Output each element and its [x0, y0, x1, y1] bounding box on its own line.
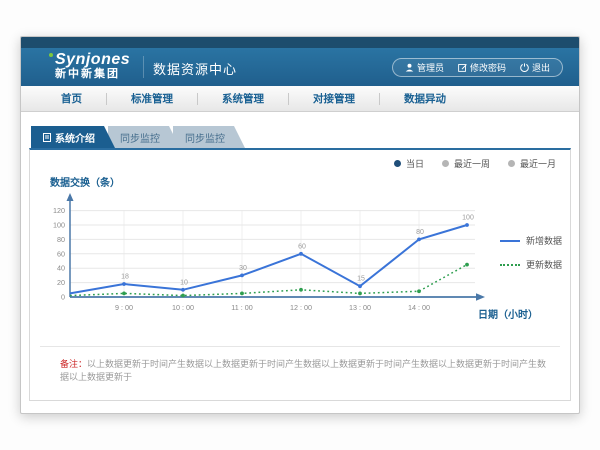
legend-line-swatch-blue: [500, 240, 520, 242]
header-divider: [143, 56, 144, 78]
svg-text:10 : 00: 10 : 00: [172, 303, 194, 312]
svg-text:80: 80: [416, 229, 424, 236]
nav-item-system-mgmt[interactable]: 系统管理: [198, 91, 288, 106]
radio-dot-icon: [508, 160, 515, 167]
svg-text:20: 20: [57, 278, 65, 287]
nav-item-standard-mgmt[interactable]: 标准管理: [107, 91, 197, 106]
footnote: 备注：以上数据更新于时间产生数据以上数据更新于时间产生数据以上数据更新于时间产生…: [60, 358, 554, 384]
svg-text:0: 0: [61, 293, 65, 302]
x-axis-title: 日期（小时）: [478, 306, 538, 321]
svg-text:13 : 00: 13 : 00: [349, 303, 371, 312]
footnote-text: 以上数据更新于时间产生数据以上数据更新于时间产生数据以上数据更新于时间产生数据以…: [60, 359, 546, 382]
filter-last-week[interactable]: 最近一周: [442, 157, 490, 170]
svg-text:100: 100: [53, 221, 65, 230]
filter-label: 当日: [406, 157, 424, 170]
tab-bar: 系统介绍 同步监控 同步监控: [31, 126, 238, 148]
svg-text:60: 60: [57, 249, 65, 258]
nav-item-data-change[interactable]: 数据异动: [380, 91, 470, 106]
tab-sync-monitor-2[interactable]: 同步监控: [173, 126, 245, 148]
svg-text:14 : 00: 14 : 00: [408, 303, 430, 312]
legend-item-new-data[interactable]: 新增数据: [500, 234, 562, 247]
logout-button[interactable]: 退出: [520, 61, 550, 74]
svg-text:100: 100: [462, 215, 474, 222]
logo-wordmark: Synjones: [55, 51, 130, 68]
header-top-strip: [21, 37, 579, 48]
tab-label: 同步监控: [185, 130, 225, 145]
panel-divider: [40, 346, 560, 347]
svg-text:30: 30: [239, 265, 247, 272]
filter-today[interactable]: 当日: [394, 157, 424, 170]
document-icon: [43, 133, 51, 142]
change-password-button[interactable]: 修改密码: [458, 61, 506, 74]
nav-item-interface-mgmt[interactable]: 对接管理: [289, 91, 379, 106]
user-toolbar: 管理员 修改密码 退出: [392, 58, 563, 77]
logout-label: 退出: [532, 61, 550, 74]
logo-company-name: 新中新集团: [55, 68, 130, 81]
app-header: Synjones 新中新集团 数据资源中心 管理员 修改密码: [21, 48, 579, 86]
svg-text:15: 15: [357, 276, 365, 283]
nav-item-home[interactable]: 首页: [37, 91, 106, 106]
tab-sync-monitor-1[interactable]: 同步监控: [108, 126, 180, 148]
chart-panel: 当日 最近一周 最近一月 数据交换（条） 0 20 40 60 80 100 120 9 : …: [29, 148, 571, 401]
legend-line-swatch-green: [500, 264, 520, 266]
svg-text:120: 120: [53, 206, 65, 215]
filter-label: 最近一月: [520, 157, 556, 170]
filter-label: 最近一周: [454, 157, 490, 170]
svg-text:12 : 00: 12 : 00: [290, 303, 312, 312]
svg-text:80: 80: [57, 235, 65, 244]
line-chart-canvas: 0 20 40 60 80 100 120 9 : 00 10 : 00 11 : 00 12 : …: [42, 192, 497, 327]
edit-icon: [458, 63, 467, 72]
range-filter-group: 当日 最近一周 最近一月: [394, 157, 556, 170]
filter-last-month[interactable]: 最近一月: [508, 157, 556, 170]
svg-text:40: 40: [57, 264, 65, 273]
page-title: 数据资源中心: [153, 59, 237, 78]
app-window: Synjones 新中新集团 数据资源中心 管理员 修改密码: [20, 36, 580, 414]
y-axis-title: 数据交换（条）: [50, 174, 120, 189]
tab-label: 系统介绍: [55, 130, 95, 145]
svg-text:60: 60: [298, 243, 306, 250]
user-name-label: 管理员: [417, 61, 444, 74]
tab-label: 同步监控: [120, 130, 160, 145]
legend-item-updated-data[interactable]: 更新数据: [500, 258, 562, 271]
svg-text:9 : 00: 9 : 00: [115, 303, 133, 312]
user-icon: [405, 63, 414, 72]
logo-accent-dot: [49, 53, 53, 57]
chart-legend: 新增数据 更新数据: [500, 234, 562, 271]
footnote-label: 备注：: [60, 359, 87, 369]
main-nav: 首页 标准管理 系统管理 对接管理 数据异动: [21, 86, 579, 112]
tab-system-intro[interactable]: 系统介绍: [31, 126, 115, 148]
svg-text:10: 10: [180, 279, 188, 286]
radio-dot-icon: [442, 160, 449, 167]
current-user[interactable]: 管理员: [405, 61, 444, 74]
svg-text:18: 18: [121, 274, 129, 281]
legend-label: 新增数据: [526, 234, 562, 247]
company-logo: Synjones 新中新集团: [55, 51, 130, 81]
change-password-label: 修改密码: [470, 61, 506, 74]
svg-text:11 : 00: 11 : 00: [231, 303, 252, 312]
legend-label: 更新数据: [526, 258, 562, 271]
radio-dot-icon: [394, 160, 401, 167]
power-icon: [520, 63, 529, 72]
